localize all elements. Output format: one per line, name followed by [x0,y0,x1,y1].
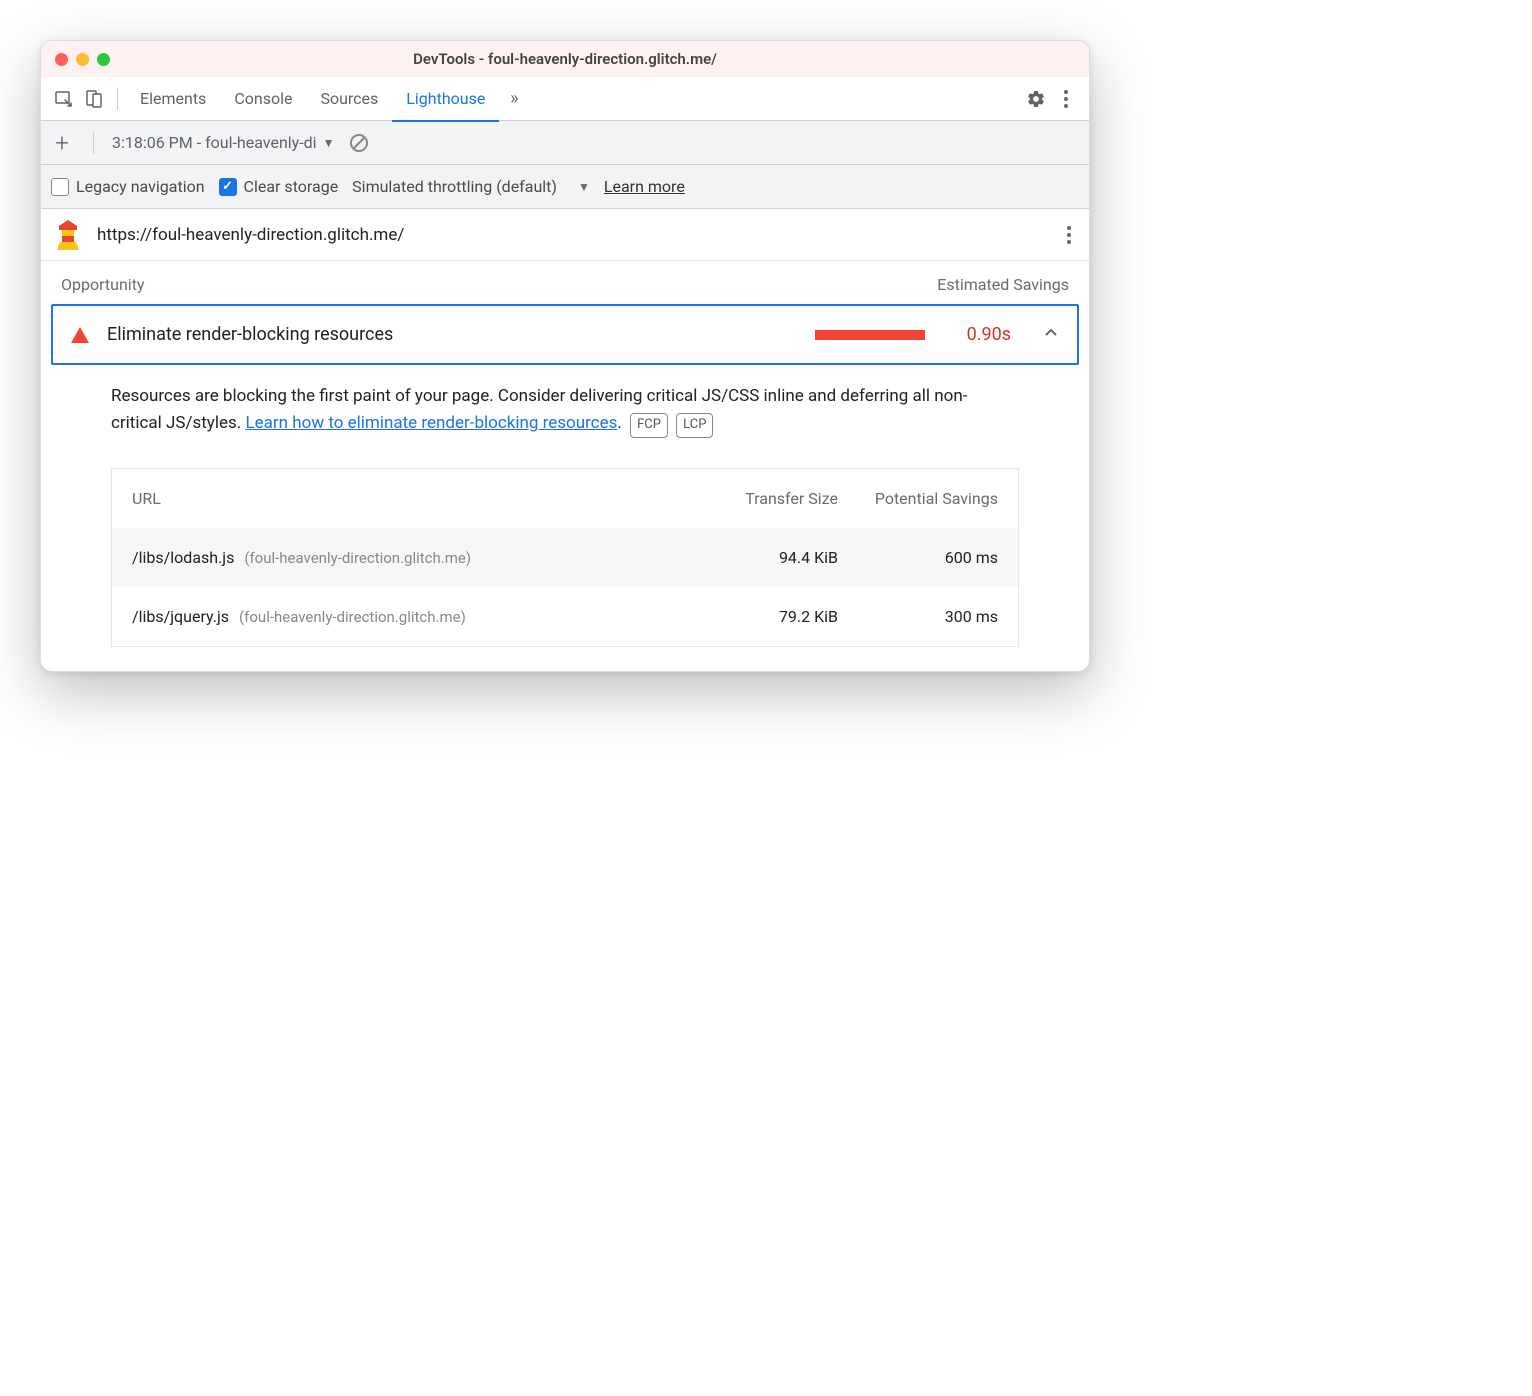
divider [93,132,94,154]
header-size: Transfer Size [688,489,838,508]
tab-bar: Elements Console Sources Lighthouse » [41,77,1089,121]
clear-storage-label: Clear storage [244,177,339,196]
checkbox-unchecked-icon[interactable] [51,178,69,196]
cell-savings: 600 ms [838,548,998,567]
description-link[interactable]: Learn how to eliminate render-blocking r… [245,413,617,433]
tab-lighthouse[interactable]: Lighthouse [392,77,499,121]
settings-icon[interactable] [1021,84,1051,114]
lighthouse-toolbar: + 3:18:06 PM - foul-heavenly-di ▼ [41,121,1089,165]
throttling-selector[interactable]: Simulated throttling (default) ▼ [352,177,590,196]
savings-column-label: Estimated Savings [937,275,1069,294]
lighthouse-logo-icon [55,220,81,250]
devtools-window: DevTools - foul-heavenly-direction.glitc… [40,40,1090,672]
report-url-bar: https://foul-heavenly-direction.glitch.m… [41,209,1089,261]
zoom-window-icon[interactable] [97,53,110,66]
cell-url: /libs/jquery.js (foul-heavenly-direction… [132,607,688,626]
tab-sources[interactable]: Sources [306,77,392,121]
clear-report-icon[interactable] [344,128,374,158]
titlebar: DevTools - foul-heavenly-direction.glitc… [41,41,1089,77]
clear-storage-option[interactable]: Clear storage [219,177,339,196]
more-tabs-icon[interactable]: » [499,84,529,114]
dropdown-caret-icon: ▼ [578,180,590,194]
report-selector-label: 3:18:06 PM - foul-heavenly-di [112,133,317,152]
report-selector[interactable]: 3:18:06 PM - foul-heavenly-di ▼ [112,133,334,152]
resources-table: URL Transfer Size Potential Savings /lib… [111,468,1019,647]
table-row: /libs/jquery.js (foul-heavenly-direction… [112,587,1018,646]
report-menu-icon[interactable] [1063,222,1075,248]
header-savings: Potential Savings [838,489,998,508]
cell-size: 79.2 KiB [688,607,838,626]
metric-badge-fcp: FCP [630,413,668,438]
report-url: https://foul-heavenly-direction.glitch.m… [97,225,1047,245]
metric-badge-lcp: LCP [676,413,713,438]
cell-size: 94.4 KiB [688,548,838,567]
minimize-window-icon[interactable] [76,53,89,66]
lighthouse-options: Legacy navigation Clear storage Simulate… [41,165,1089,209]
checkbox-checked-icon[interactable] [219,178,237,196]
opportunity-description: Resources are blocking the first paint o… [41,365,1089,448]
resource-path: /libs/lodash.js [132,548,234,567]
legacy-navigation-option[interactable]: Legacy navigation [51,177,205,196]
chevron-up-icon[interactable] [1043,325,1059,345]
learn-more-link[interactable]: Learn more [604,177,685,196]
new-report-button[interactable]: + [49,129,75,157]
fail-triangle-icon [71,327,89,343]
opportunity-item[interactable]: Eliminate render-blocking resources 0.90… [51,304,1079,365]
cell-savings: 300 ms [838,607,998,626]
savings-bar [815,330,925,340]
device-toolbar-icon[interactable] [79,84,109,114]
description-suffix: . [617,413,621,433]
tab-console[interactable]: Console [220,77,306,121]
window-title: DevTools - foul-heavenly-direction.glitc… [41,50,1089,68]
savings-value: 0.90s [967,324,1011,345]
cell-url: /libs/lodash.js (foul-heavenly-direction… [132,548,688,567]
legacy-navigation-label: Legacy navigation [76,177,205,196]
inspect-element-icon[interactable] [49,84,79,114]
resource-origin: (foul-heavenly-direction.glitch.me) [239,608,466,626]
close-window-icon[interactable] [55,53,68,66]
window-controls [41,53,110,66]
opportunity-header: Opportunity Estimated Savings [41,275,1089,304]
divider [117,88,118,110]
tab-elements[interactable]: Elements [126,77,220,121]
dropdown-caret-icon: ▼ [323,136,335,150]
more-options-icon[interactable] [1051,84,1081,114]
opportunity-title: Eliminate render-blocking resources [107,324,393,345]
opportunity-column-label: Opportunity [61,275,145,294]
report-content: Opportunity Estimated Savings Eliminate … [41,261,1089,647]
resource-path: /libs/jquery.js [132,607,229,626]
resource-origin: (foul-heavenly-direction.glitch.me) [244,549,471,567]
header-url: URL [132,489,688,508]
throttling-label: Simulated throttling (default) [352,177,557,196]
table-row: /libs/lodash.js (foul-heavenly-direction… [112,528,1018,587]
table-header-row: URL Transfer Size Potential Savings [112,469,1018,528]
